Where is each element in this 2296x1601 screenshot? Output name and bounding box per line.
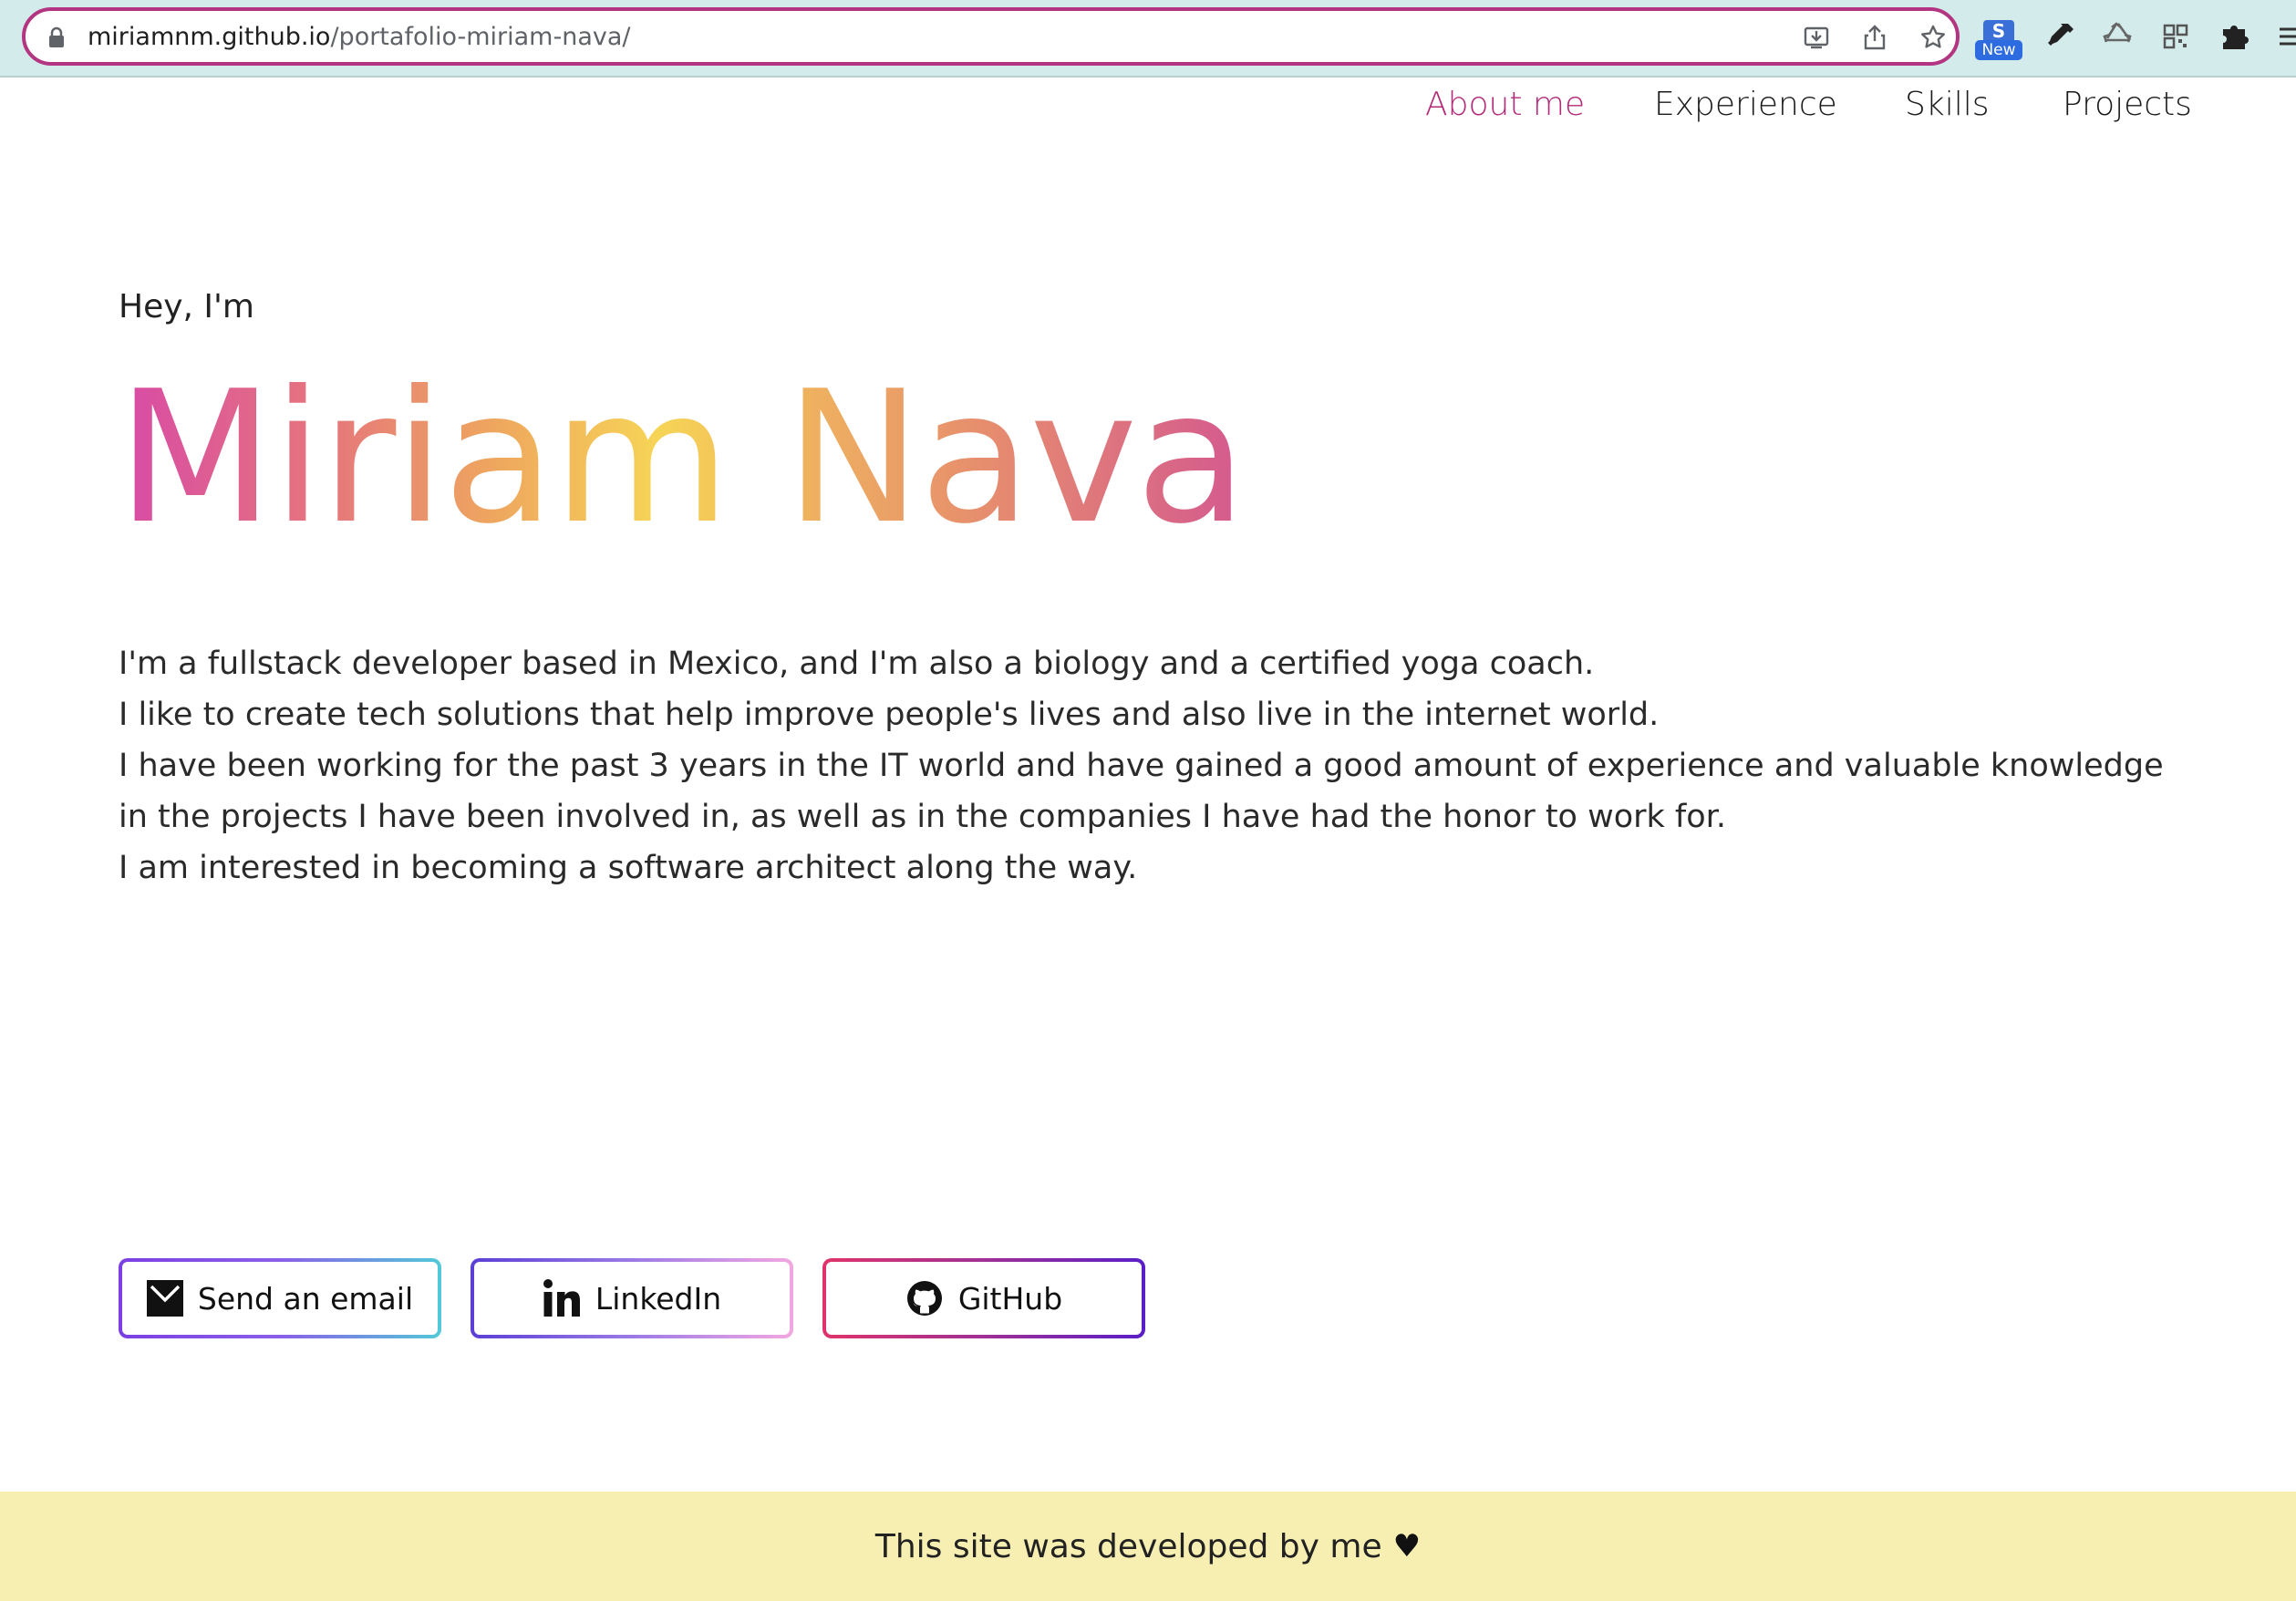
footer-text: This site was developed by me (874, 1527, 1382, 1565)
url-text[interactable]: miriamnm.github.io/portafolio-miriam-nav… (88, 23, 631, 52)
new-badge-label: New (1975, 40, 2022, 60)
qr-code-icon[interactable] (2157, 18, 2194, 55)
linkedin-button[interactable]: LinkedIn (471, 1258, 793, 1338)
share-icon[interactable] (1860, 23, 1889, 52)
hero-name: Miriam Nava (117, 352, 1247, 564)
nav-skills[interactable]: Skills (1905, 84, 1989, 126)
bookmark-star-icon[interactable] (1919, 23, 1948, 52)
url-host: miriamnm.github.io (88, 23, 331, 51)
bio-line: in the projects I have been involved in,… (119, 799, 1726, 835)
url-path: /portafolio-miriam-nava/ (330, 23, 631, 51)
heart-icon: ♥ (1392, 1528, 1422, 1565)
nav-about-me[interactable]: About me (1425, 84, 1585, 126)
linkedin-label: LinkedIn (595, 1280, 722, 1317)
recycle-icon[interactable] (2099, 18, 2136, 55)
bio-line: I like to create tech solutions that hel… (119, 697, 1660, 733)
github-button[interactable]: GitHub (822, 1258, 1145, 1338)
install-app-icon[interactable] (1802, 23, 1831, 52)
site-nav: About me Experience Skills Projects (0, 84, 2296, 129)
nav-projects[interactable]: Projects (2063, 84, 2192, 126)
bio-paragraph: I'm a fullstack developer based in Mexic… (119, 638, 2216, 893)
eyedropper-icon[interactable] (2043, 18, 2079, 55)
reading-list-icon[interactable] (2274, 18, 2296, 55)
extension-letter: S (1983, 20, 2014, 42)
send-email-label: Send an email (197, 1280, 414, 1317)
github-icon (905, 1279, 944, 1317)
browser-toolbar: miriamnm.github.io/portafolio-miriam-nav… (0, 0, 2296, 77)
address-bar[interactable]: miriamnm.github.io/portafolio-miriam-nav… (22, 7, 1960, 66)
linkedin-icon (543, 1279, 581, 1317)
footer: This site was developed by me ♥ (0, 1492, 2296, 1601)
bio-line: I have been working for the past 3 years… (119, 748, 2164, 784)
greeting-text: Hey, I'm (119, 288, 254, 325)
envelope-icon (146, 1280, 183, 1317)
bio-line: I'm a fullstack developer based in Mexic… (119, 646, 1595, 682)
bio-line: I am interested in becoming a software a… (119, 850, 1138, 886)
github-label: GitHub (957, 1280, 1063, 1317)
extension-new-badge[interactable]: S New (1975, 20, 2022, 64)
lock-icon[interactable] (47, 26, 66, 48)
nav-experience[interactable]: Experience (1654, 84, 1837, 126)
send-email-button[interactable]: Send an email (119, 1258, 441, 1338)
extensions-puzzle-icon[interactable] (2216, 18, 2252, 55)
